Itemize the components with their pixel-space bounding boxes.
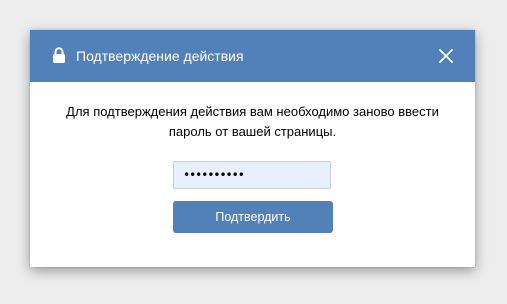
close-icon[interactable] xyxy=(439,49,453,63)
password-field[interactable] xyxy=(173,161,331,189)
dialog-header: Подтверждение действия xyxy=(30,30,475,82)
dialog-title: Подтверждение действия xyxy=(76,48,244,64)
dialog-message: Для подтверждения действия вам необходим… xyxy=(66,104,439,139)
lock-icon xyxy=(53,47,65,63)
confirm-button[interactable]: Подтвердить xyxy=(173,201,333,233)
confirm-action-dialog: Подтверждение действия Для подтверждения… xyxy=(30,30,475,267)
